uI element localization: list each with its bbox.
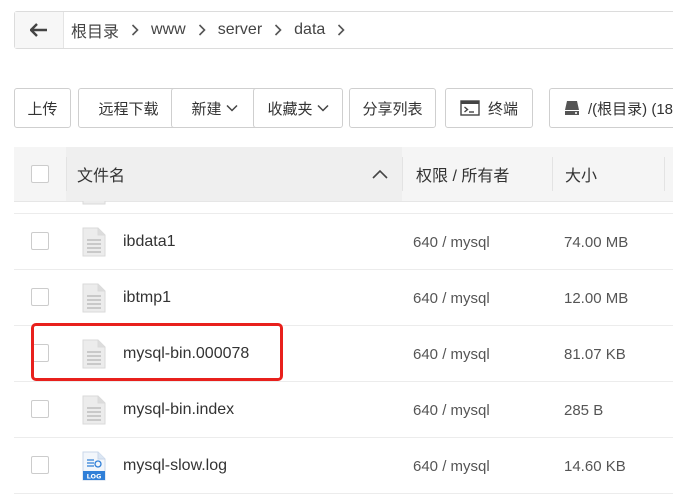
share-list-button[interactable]: 分享列表 [349, 88, 436, 128]
remote-download-button[interactable]: 远程下载 [78, 88, 179, 128]
breadcrumb-item-data[interactable]: data [294, 21, 325, 39]
column-divider [66, 157, 67, 191]
row-checkbox[interactable] [31, 288, 49, 306]
file-permission[interactable]: 640 / mysql [413, 326, 490, 382]
remote-download-label: 远程下载 [98, 100, 159, 118]
column-divider [402, 157, 403, 191]
favorites-dropdown-button[interactable]: 收藏夹 [253, 88, 343, 128]
terminal-label: 终端 [487, 100, 518, 118]
column-header-permission[interactable]: 权限 / 所有者 [416, 147, 509, 201]
file-size: 285 B [564, 401, 604, 419]
file-size: 81.07 KB [564, 345, 626, 363]
file-name[interactable]: mysql-bin.000078 [123, 326, 249, 382]
table-row[interactable]: ibdata1 640 / mysql 74.00 MB [14, 214, 673, 270]
back-button[interactable] [15, 12, 64, 48]
column-divider [664, 157, 665, 191]
file-permission[interactable]: 640 / mysql [413, 270, 490, 326]
file-icon [82, 395, 106, 425]
row-checkbox[interactable] [31, 344, 49, 362]
file-icon [82, 201, 106, 205]
terminal-icon [460, 100, 480, 116]
upload-button[interactable]: 上传 [14, 88, 71, 128]
table-row[interactable]: mysql-bin.000078 640 / mysql 81.07 KB [14, 326, 673, 382]
row-checkbox[interactable] [31, 232, 49, 250]
column-size-label: 大小 [565, 168, 598, 185]
favorites-label: 收藏夹 [267, 100, 313, 118]
file-name[interactable]: ibtmp1 [123, 270, 171, 326]
breadcrumb-item-root[interactable]: 根目录 [71, 18, 119, 42]
file-size: 14.60 KB [564, 457, 626, 475]
table-row-partial [14, 201, 673, 214]
chevron-right-icon [131, 24, 139, 36]
chevron-down-icon [225, 104, 238, 112]
chevron-right-icon [198, 24, 206, 36]
row-checkbox[interactable] [31, 400, 49, 418]
file-name[interactable]: mysql-bin.index [123, 382, 234, 438]
arrow-left-icon [30, 23, 47, 37]
file-table-header: 文件名 权限 / 所有者 大小 [14, 147, 673, 202]
file-icon [82, 283, 106, 313]
file-permission[interactable]: 640 / mysql [413, 382, 490, 438]
chevron-down-icon [316, 104, 329, 112]
column-header-name[interactable]: 文件名 [77, 147, 125, 201]
file-permission[interactable]: 640 / mysql [413, 214, 490, 270]
table-row[interactable]: ibtmp1 640 / mysql 12.00 MB [14, 270, 673, 326]
upload-button-label: 上传 [27, 100, 58, 118]
log-file-icon: LOG [82, 451, 106, 481]
column-divider [552, 157, 553, 191]
file-permission[interactable]: 640 / mysql [413, 438, 490, 494]
sort-ascending-button[interactable] [372, 147, 388, 201]
new-dropdown-button[interactable]: 新建 [171, 88, 258, 128]
chevron-up-icon [372, 169, 388, 179]
file-size: 12.00 MB [564, 289, 629, 307]
log-icon-label: LOG [87, 473, 102, 481]
row-checkbox[interactable] [31, 456, 49, 474]
select-all-cell [31, 147, 49, 201]
disk-selector-button[interactable]: /(根目录) (18 [549, 88, 673, 128]
chevron-right-icon[interactable] [337, 24, 345, 36]
terminal-button[interactable]: 终端 [445, 88, 533, 128]
disk-label: /(根目录) (18 [588, 100, 673, 118]
file-size: 74.00 MB [564, 233, 629, 251]
file-name[interactable]: ibdata1 [123, 214, 176, 270]
file-icon [82, 227, 106, 257]
breadcrumb-item-www[interactable]: www [151, 21, 186, 39]
table-row[interactable]: LOG mysql-slow.log 640 / mysql 14.60 KB [14, 438, 673, 494]
breadcrumb-item-server[interactable]: server [218, 21, 262, 39]
chevron-right-icon [274, 24, 282, 36]
column-header-size[interactable]: 大小 [565, 147, 597, 201]
table-row[interactable]: mysql-bin.index 640 / mysql 285 B [14, 382, 673, 438]
share-list-label: 分享列表 [362, 100, 423, 118]
breadcrumb: 根目录 www server data [71, 12, 357, 48]
column-permission-label: 权限 / 所有者 [416, 168, 510, 185]
new-label: 新建 [191, 100, 222, 118]
file-icon [82, 339, 106, 369]
select-all-checkbox[interactable] [31, 165, 49, 183]
hard-drive-icon [564, 100, 580, 116]
breadcrumb-bar: 根目录 www server data [14, 11, 673, 49]
file-name[interactable]: mysql-slow.log [123, 438, 227, 494]
column-name-label: 文件名 [77, 168, 126, 185]
